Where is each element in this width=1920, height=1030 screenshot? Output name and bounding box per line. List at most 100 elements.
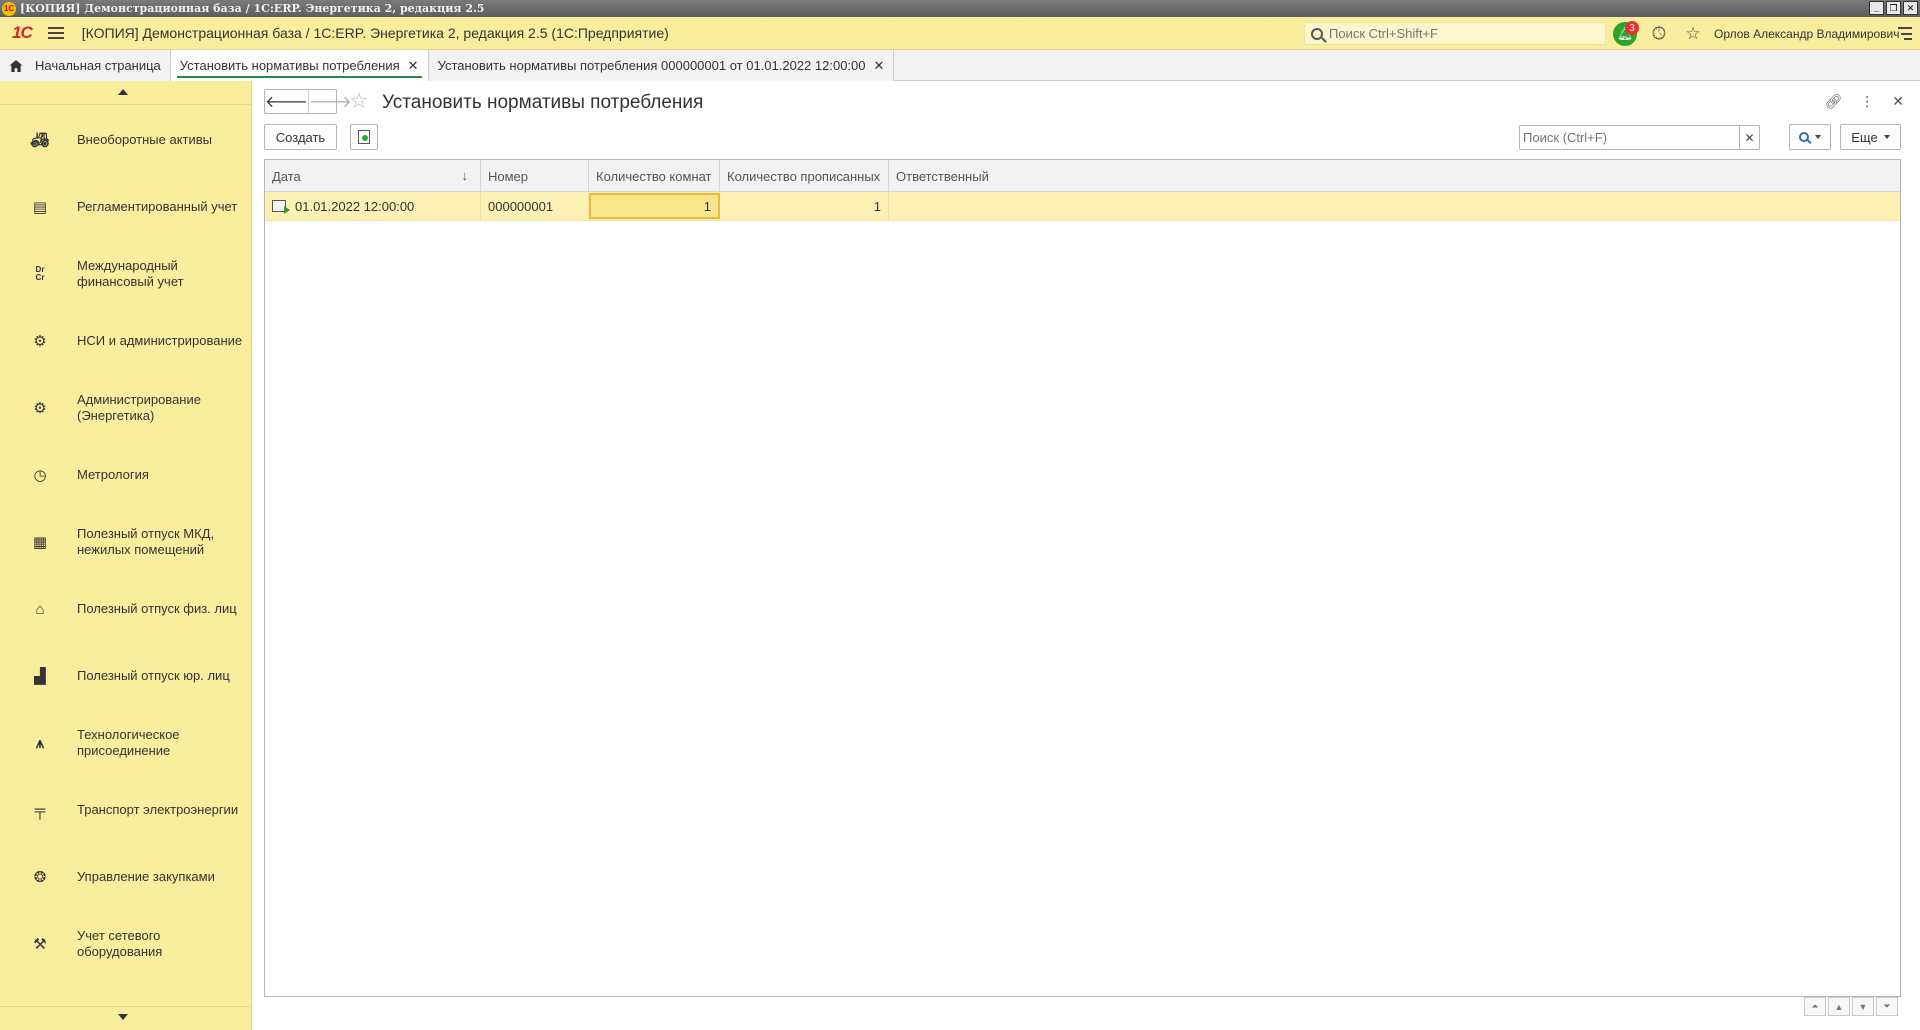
gauge-icon: ◷ [33, 467, 47, 484]
history-icon[interactable]: 🕓︎ [1648, 23, 1670, 45]
favorites-star-icon[interactable]: ☆ [1682, 23, 1704, 45]
tower-icon: ⩚ [35, 734, 45, 752]
sidebar-item-label: Управление закупками [77, 869, 215, 884]
tab-consumption-norms-document[interactable]: Установить нормативы потребления 0000000… [428, 50, 895, 81]
sidebar-item-label: Внеоборотные активы [77, 132, 213, 147]
list-search[interactable]: ✕ [1519, 125, 1760, 150]
scroll-down-icon[interactable]: ▼ [1852, 997, 1874, 1016]
restore-button[interactable]: ❐ [1886, 1, 1901, 15]
notifications-badge: 3 [1625, 21, 1639, 35]
purchase-icon: ❂ [33, 869, 47, 886]
scroll-down-arrow-icon[interactable] [118, 1014, 128, 1020]
sidebar-item-energy-admin[interactable]: ⚙ Администрирование (Энергетика) [0, 383, 251, 433]
minimize-button[interactable]: _ [1869, 1, 1884, 15]
sidebar-item-label: Транспорт электроэнергии [77, 802, 239, 817]
form-title: Установить нормативы потребления [382, 92, 704, 113]
main-menu-icon[interactable] [47, 27, 64, 39]
sections-panel: 🚜︎ Внеоборотные активы ▤ Регламентирован… [0, 81, 252, 1030]
list-search-input[interactable] [1523, 130, 1740, 145]
tab-bar: Начальная страница Установить нормативы … [0, 50, 1920, 81]
sidebar-item-metrology[interactable]: ◷ Метрология [0, 450, 251, 500]
form-area: 🡐 🡒 ☆ Установить нормативы потребления 🔗… [253, 81, 1920, 1030]
current-user[interactable]: Орлов Александр Владимирович [1714, 27, 1900, 41]
os-title-bar: 1С [КОПИЯ] Демонстрационная база / 1C:ER… [0, 0, 1920, 17]
tab-home-label: Начальная страница [35, 58, 161, 73]
scroll-up-arrow-icon[interactable] [118, 89, 128, 95]
scroll-first-icon[interactable]: ⏶ [1804, 997, 1826, 1016]
sidebar-item-label: Полезный отпуск юр. лиц [77, 668, 230, 683]
cell-number[interactable]: 000000001 [481, 192, 589, 220]
tab-consumption-norms-list[interactable]: Установить нормативы потребления ✕ [170, 50, 429, 81]
scroll-up-icon[interactable]: ▲ [1828, 997, 1850, 1016]
create-button[interactable]: Создать [264, 124, 337, 150]
factory-icon: ▟ [34, 668, 46, 685]
sidebar-item-label: Технологическое присоединение [77, 727, 180, 758]
house-icon: ⌂ [35, 600, 45, 618]
chevron-down-icon [1815, 135, 1821, 139]
tab-label: Установить нормативы потребления [179, 58, 400, 73]
sidebar-item-ifrs[interactable]: Dr Cr Международный финансовый учет [0, 249, 251, 299]
sidebar-item-purchasing[interactable]: ❂ Управление закупками [0, 852, 251, 902]
pole-icon: ╤ [34, 801, 46, 819]
posted-document-icon [272, 200, 290, 214]
column-header-rooms[interactable]: Количество комнат [589, 160, 720, 192]
cell-responsible[interactable] [889, 192, 1900, 220]
sidebar-item-network-equipment[interactable]: ⚒ Учет сетевого оборудования [0, 919, 251, 969]
column-header-number[interactable]: Номер [481, 160, 589, 192]
os-window-title: [КОПИЯ] Демонстрационная база / 1C:ERP. … [20, 2, 485, 15]
tools-icon: ⚒ [33, 936, 47, 953]
app-logo-icon: 1С [2, 1, 16, 16]
forward-button[interactable]: 🡒 [307, 90, 352, 113]
tractor-icon: 🚜︎ [30, 132, 50, 149]
back-button[interactable]: 🡐 [265, 90, 308, 113]
column-header-date[interactable]: Дата ↓ [265, 160, 481, 192]
settings-menu-icon[interactable] [1898, 27, 1912, 40]
sidebar-item-regulated-accounting[interactable]: ▤ Регламентированный учет [0, 182, 251, 232]
cell-rooms[interactable]: 1 [589, 193, 720, 219]
link-icon[interactable]: 🔗︎ [1824, 93, 1842, 110]
dr-cr-icon: Dr Cr [35, 265, 45, 282]
copy-document-icon [358, 130, 370, 144]
cell-date[interactable]: 01.01.2022 12:00:00 [265, 192, 481, 220]
find-button[interactable] [1789, 124, 1831, 150]
close-window-button[interactable]: ✕ [1903, 1, 1918, 15]
sidebar-item-power-transport[interactable]: ╤ Транспорт электроэнергии [0, 785, 251, 835]
sidebar-item-label: Метрология [77, 467, 149, 482]
close-tab-icon[interactable]: ✕ [408, 58, 419, 74]
table-header: Дата ↓ Номер Количество комнат Количеств… [265, 160, 1900, 192]
sidebar-item-label: Администрирование (Энергетика) [77, 392, 201, 423]
cell-registered[interactable]: 1 [720, 192, 889, 220]
gear-icon: ⚙ [33, 333, 47, 350]
close-form-icon[interactable]: ✕ [1892, 93, 1904, 110]
tab-home[interactable]: Начальная страница [0, 50, 171, 81]
more-actions-icon[interactable]: ⋮ [1860, 93, 1874, 110]
sidebar-item-label: Регламентированный учет [77, 199, 238, 214]
app-header: 1С [КОПИЯ] Демонстрационная база / 1C:ER… [0, 17, 1920, 50]
sort-descending-icon: ↓ [461, 168, 469, 183]
add-to-favorites-star-icon[interactable]: ☆ [349, 89, 369, 113]
list-pager: ⏶ ▲ ▼ ⏷ [1804, 997, 1898, 1016]
tab-label: Установить нормативы потребления 0000000… [437, 58, 866, 73]
column-header-registered[interactable]: Количество прописанных [720, 160, 889, 192]
sidebar-item-grid-connection[interactable]: ⩚ Технологическое присоединение [0, 718, 251, 768]
clear-search-icon[interactable]: ✕ [1739, 126, 1759, 149]
global-search-input[interactable] [1329, 26, 1589, 41]
copy-button[interactable] [350, 124, 378, 150]
scroll-last-icon[interactable]: ⏷ [1876, 997, 1898, 1016]
home-icon [9, 59, 23, 72]
buildings-icon: ▦ [32, 534, 48, 551]
close-tab-icon[interactable]: ✕ [874, 58, 885, 74]
sidebar-item-supply-individuals[interactable]: ⌂ Полезный отпуск физ. лиц [0, 584, 251, 634]
search-icon [1311, 27, 1323, 40]
global-search[interactable] [1304, 22, 1606, 45]
ledger-icon: ▤ [32, 199, 48, 216]
column-header-responsible[interactable]: Ответственный [889, 160, 1900, 192]
sidebar-item-supply-apartments[interactable]: ▦ Полезный отпуск МКД, нежилых помещений [0, 517, 251, 567]
more-button[interactable]: Еще [1840, 124, 1901, 150]
sidebar-item-fixed-assets[interactable]: 🚜︎ Внеоборотные активы [0, 115, 251, 165]
table-row[interactable]: 01.01.2022 12:00:00 000000001 1 1 [265, 192, 1900, 221]
sidebar-item-label: Учет сетевого оборудования [77, 928, 163, 959]
sidebar-item-master-data-admin[interactable]: ⚙ НСИ и администрирование [0, 316, 251, 366]
sidebar-item-supply-legal-entities[interactable]: ▟ Полезный отпуск юр. лиц [0, 651, 251, 701]
history-navigation: 🡐 🡒 [264, 89, 352, 114]
